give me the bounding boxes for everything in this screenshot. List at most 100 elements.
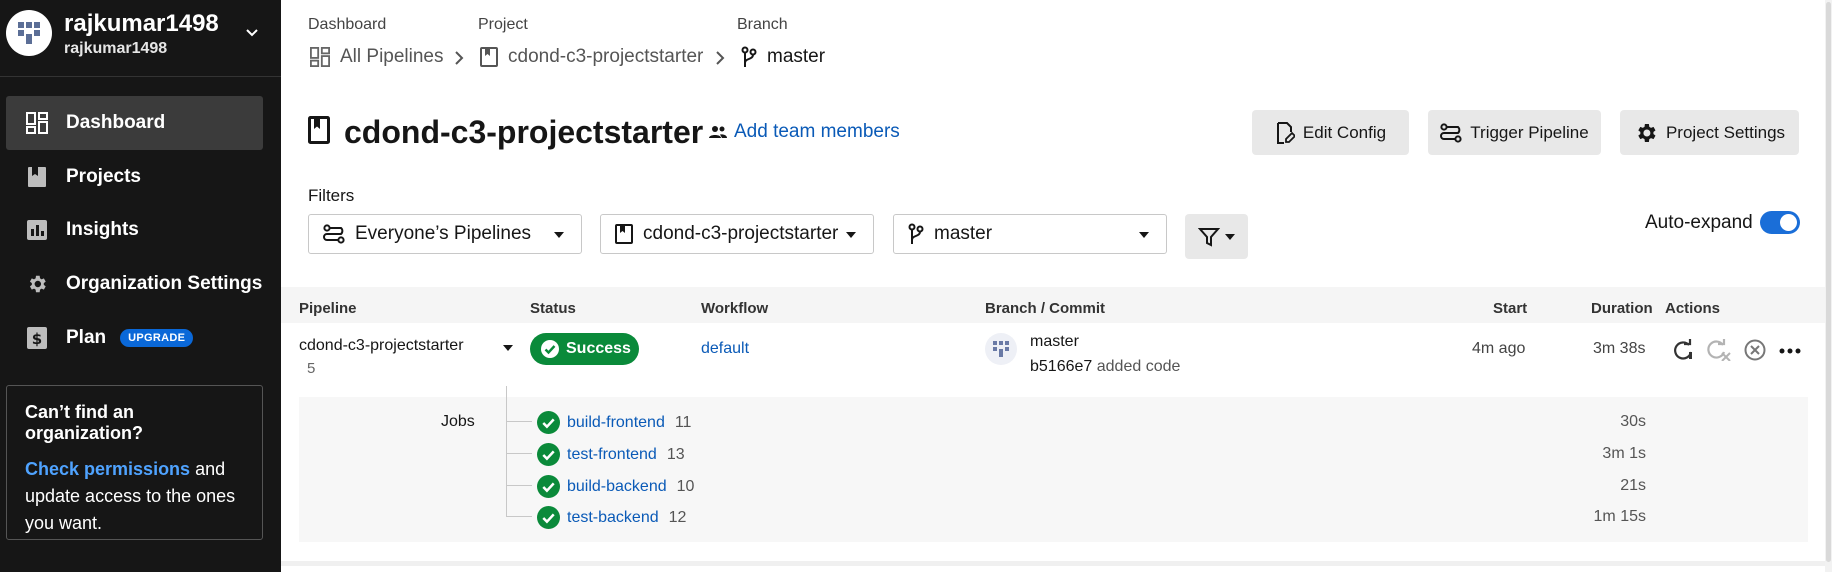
pipeline-icon [323, 224, 345, 244]
breadcrumb-branch[interactable]: master [741, 46, 825, 68]
job-name[interactable]: test-frontend [567, 446, 657, 464]
bar-chart-icon [24, 217, 50, 243]
project-settings-label: Project Settings [1665, 122, 1786, 142]
caret-down-icon [1224, 233, 1235, 240]
commit-info[interactable]: b5166e7 added code [1030, 358, 1180, 376]
check-circle-icon [537, 411, 560, 434]
job-name[interactable]: build-frontend [567, 414, 665, 432]
chevron-right-icon [716, 51, 725, 65]
start-time: 4m ago [1472, 340, 1526, 357]
chevron-down-icon[interactable] [244, 24, 260, 40]
breadcrumb-project[interactable]: cdond-c3-projectstarter [480, 46, 703, 68]
workflow-link[interactable]: default [701, 340, 749, 358]
sidebar-item-label: Organization Settings [66, 273, 263, 294]
breadcrumb-all-pipelines[interactable]: All Pipelines [310, 46, 444, 68]
check-circle-icon [537, 506, 560, 529]
add-team-members-link[interactable]: Add team members [708, 121, 900, 143]
column-header-start: Start [1493, 300, 1528, 317]
breadcrumb-label-branch: Branch [737, 16, 788, 33]
tree-line [506, 516, 532, 517]
dashboard-icon [24, 110, 50, 136]
sidebar: rajkumar1498 rajkumar1498 Dashboard Proj… [0, 0, 281, 572]
dashboard-icon [310, 47, 330, 67]
column-header-workflow: Workflow [701, 300, 769, 317]
caret-down-icon [1139, 232, 1149, 238]
trigger-pipeline-button[interactable]: Trigger Pipeline [1428, 110, 1601, 155]
pipeline-duration: 3m 38s [1593, 340, 1646, 357]
sidebar-item-organization-settings[interactable]: Organization Settings [6, 257, 263, 311]
jobs-label: Jobs [441, 413, 475, 430]
scrollbar[interactable] [1825, 0, 1832, 572]
org-name: rajkumar1498 [64, 40, 168, 57]
scrollbar-thumb[interactable] [1826, 2, 1831, 562]
tree-line [506, 386, 507, 516]
check-circle-icon [541, 340, 559, 358]
edit-config-button[interactable]: Edit Config [1252, 110, 1409, 155]
bookmark-icon [615, 224, 633, 244]
user-name: rajkumar1498 [64, 10, 219, 37]
breadcrumb-text: cdond-c3-projectstarter [508, 46, 704, 67]
column-header-status: Status [530, 300, 576, 317]
sidebar-item-projects[interactable]: Projects [6, 150, 263, 204]
commit-message: added code [1096, 358, 1181, 375]
project-settings-button[interactable]: Project Settings [1620, 110, 1799, 155]
expand-caret-icon[interactable] [502, 344, 514, 352]
pipeline-number: 5 [307, 360, 316, 377]
upgrade-badge[interactable]: UPGRADE [120, 329, 194, 347]
cancel-icon[interactable] [1744, 339, 1766, 361]
job-name[interactable]: test-backend [567, 509, 659, 527]
project-filter-select[interactable]: cdond-c3-projectstarter [600, 214, 874, 254]
job-row[interactable]: build-frontend 11 [537, 411, 691, 434]
pipelines-filter-select[interactable]: Everyone’s Pipelines [308, 214, 582, 254]
branch-name[interactable]: master [1030, 333, 1079, 351]
breadcrumb-label-dashboard: Dashboard [308, 16, 387, 33]
branch-filter-select[interactable]: master [893, 214, 1167, 254]
job-row[interactable]: test-backend 12 [537, 506, 686, 529]
sidebar-item-label: Plan [66, 327, 107, 348]
job-name[interactable]: build-backend [567, 478, 667, 496]
pipeline-name[interactable]: cdond-c3-projectstarter [299, 337, 464, 355]
jobs-panel [299, 397, 1808, 542]
commit-hash: b5166e7 [1030, 358, 1093, 375]
page-title: cdond-c3-projectstarter [344, 114, 704, 150]
job-number: 12 [668, 508, 687, 526]
filters-label: Filters [308, 186, 355, 205]
select-value: master [934, 223, 993, 244]
tree-line [506, 421, 532, 422]
breadcrumb-label-project: Project [478, 16, 528, 33]
select-value: cdond-c3-projectstarter [643, 223, 839, 244]
job-row[interactable]: build-backend 10 [537, 475, 694, 498]
bookmark-icon [308, 116, 330, 149]
org-switcher[interactable]: rajkumar1498 rajkumar1498 [0, 0, 281, 77]
sidebar-item-plan[interactable]: $ Plan UPGRADE [6, 311, 263, 365]
add-team-members-label: Add team members [734, 121, 900, 142]
pipeline-icon [1440, 122, 1462, 143]
filter-icon [1197, 227, 1220, 247]
people-icon [709, 126, 727, 138]
breadcrumb-text: master [767, 46, 826, 67]
more-options-icon[interactable] [1779, 339, 1801, 361]
sidebar-item-label: Insights [66, 219, 139, 240]
job-row[interactable]: test-frontend 13 [537, 443, 685, 466]
auto-expand-label: Auto-expand [1645, 212, 1753, 233]
bookmark-icon [480, 47, 498, 67]
sidebar-item-dashboard[interactable]: Dashboard [6, 96, 263, 150]
check-circle-icon [537, 475, 560, 498]
job-number: 13 [666, 445, 685, 463]
advanced-filter-button[interactable] [1185, 214, 1248, 259]
sidebar-item-label: Dashboard [66, 112, 166, 133]
check-permissions-link[interactable]: Check permissions [25, 459, 190, 479]
dollar-icon: $ [24, 325, 50, 351]
trigger-pipeline-label: Trigger Pipeline [1470, 122, 1589, 142]
svg-text:$: $ [32, 330, 42, 348]
job-duration: 30s [1620, 413, 1646, 430]
column-header-duration: Duration [1591, 300, 1653, 317]
auto-expand-toggle[interactable] [1760, 211, 1800, 234]
status-badge[interactable]: Success [530, 333, 639, 365]
sidebar-item-insights[interactable]: Insights [6, 203, 263, 257]
rerun-icon[interactable] [1672, 339, 1694, 361]
rerun-failed-icon[interactable] [1707, 339, 1731, 361]
column-header-actions: Actions [1665, 300, 1721, 317]
branch-icon [908, 223, 924, 245]
job-number: 10 [676, 477, 695, 495]
